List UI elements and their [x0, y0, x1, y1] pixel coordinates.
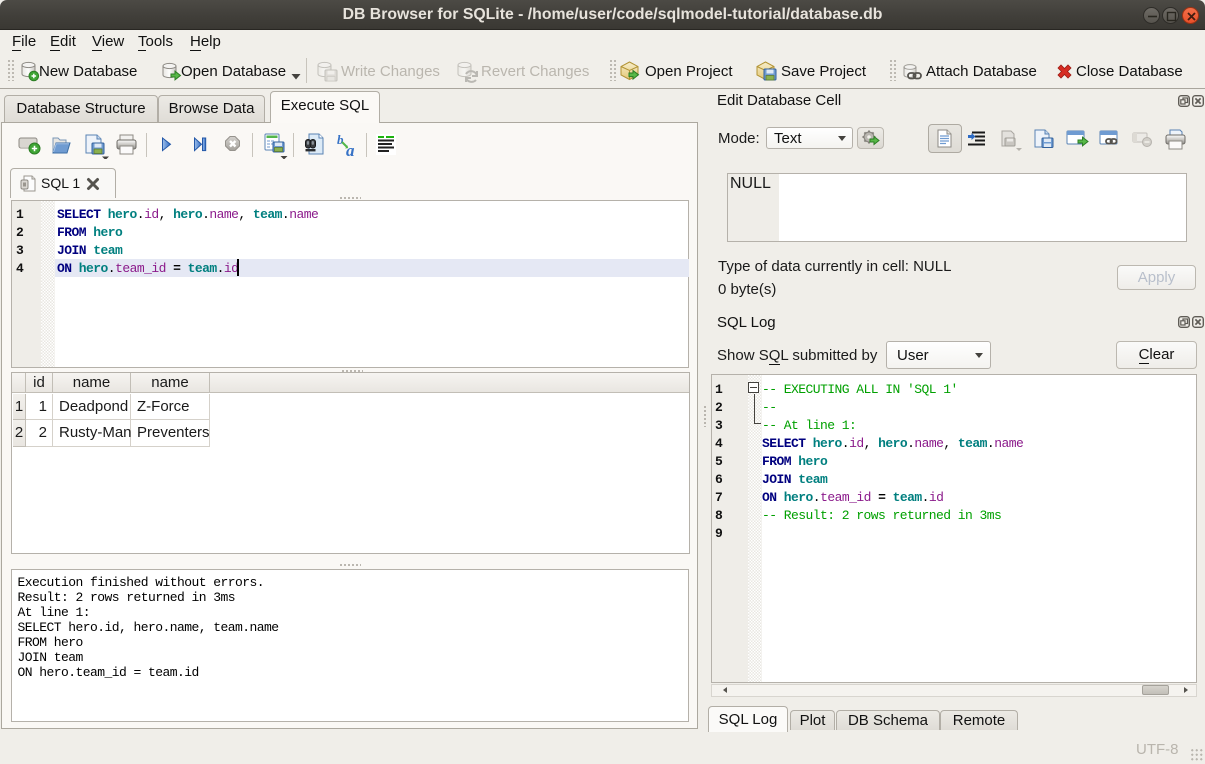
svg-text:a: a: [346, 141, 355, 159]
svg-text:b: b: [337, 133, 344, 147]
